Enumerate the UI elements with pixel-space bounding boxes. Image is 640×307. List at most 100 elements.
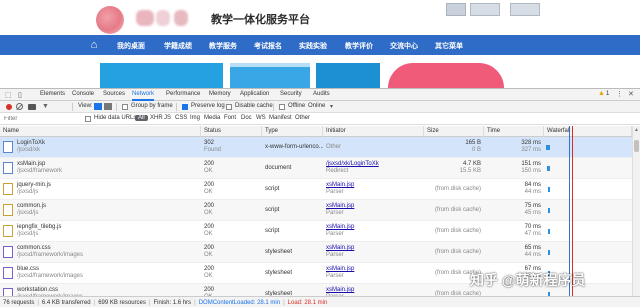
- filter-type-img[interactable]: Img: [190, 115, 200, 121]
- request-name-cell[interactable]: common.css/jsxsd/framework/images: [0, 242, 201, 263]
- initiator-cell[interactable]: xsMain.jspParser: [323, 221, 424, 242]
- filter-type-js[interactable]: JS: [164, 115, 171, 121]
- banner-tile[interactable]: [316, 63, 380, 88]
- filter-type-font[interactable]: Font: [224, 115, 236, 121]
- device-toolbar-icon[interactable]: ▯: [18, 91, 22, 99]
- tab-application[interactable]: Application: [240, 91, 269, 97]
- waterfall-bar[interactable]: [547, 166, 550, 171]
- filter-type-manifest[interactable]: Manifest: [269, 115, 292, 121]
- initiator-link[interactable]: xsMain.jsp: [326, 266, 424, 273]
- filter-icon[interactable]: ▼: [42, 103, 49, 110]
- nav-item-desktop[interactable]: 我的桌面: [117, 41, 145, 51]
- tab-audits[interactable]: Audits: [313, 91, 330, 97]
- initiator-cell[interactable]: xsMain.jspParser: [323, 263, 424, 284]
- column-header-name[interactable]: Name: [0, 126, 201, 137]
- throttling-select[interactable]: Online: [308, 103, 325, 109]
- initiator-link[interactable]: xsMain.jsp: [326, 224, 424, 231]
- tab-security[interactable]: Security: [280, 91, 302, 97]
- initiator-link[interactable]: xsMain.jsp: [326, 245, 424, 252]
- preserve-log-checkbox[interactable]: [182, 104, 188, 110]
- request-name-cell[interactable]: LoginToXk/jsxsd/xk: [0, 137, 201, 158]
- column-header-waterfall[interactable]: Waterfall: [544, 126, 632, 137]
- initiator-cell[interactable]: xsMain.jspParser: [323, 179, 424, 200]
- initiator-cell[interactable]: /jsxsd/xk/LoginToXk Redirect: [323, 158, 424, 179]
- waterfall-bar[interactable]: [546, 145, 550, 150]
- column-header-initiator[interactable]: Initiator: [323, 126, 424, 137]
- banner-tile[interactable]: [100, 63, 223, 88]
- filter-type-css[interactable]: CSS: [175, 115, 187, 121]
- filter-type-ws[interactable]: WS: [256, 115, 266, 121]
- initiator-cell[interactable]: xsMain.jspParser: [323, 200, 424, 221]
- close-icon[interactable]: ✕: [628, 90, 634, 98]
- request-name-cell[interactable]: jquery-min.js/jsxsd/js: [0, 179, 201, 200]
- request-name-cell[interactable]: iepngfix_tilebg.js/jsxsd/js: [0, 221, 201, 242]
- column-header-size[interactable]: Size: [424, 126, 484, 137]
- request-name-cell[interactable]: blue.css/jsxsd/framework/images: [0, 263, 201, 284]
- nav-item-exchange[interactable]: 交流中心: [390, 41, 418, 51]
- initiator-cell[interactable]: Other: [323, 137, 424, 158]
- nav-item-evaluation[interactable]: 教学评价: [345, 41, 373, 51]
- filter-type-media[interactable]: Media: [204, 115, 220, 121]
- nav-item-grades[interactable]: 学籍成绩: [164, 41, 192, 51]
- large-rows-icon[interactable]: [94, 103, 102, 110]
- initiator-link[interactable]: xsMain.jsp: [326, 203, 424, 210]
- tab-elements[interactable]: Elements: [40, 91, 65, 97]
- nav-item-other[interactable]: 其它菜单: [435, 41, 463, 51]
- filter-type-all[interactable]: All: [135, 115, 148, 121]
- column-header-time[interactable]: Time: [484, 126, 544, 137]
- home-icon[interactable]: ⌂: [86, 38, 102, 52]
- column-header-type[interactable]: Type: [262, 126, 323, 137]
- table-row[interactable]: iepngfix_tilebg.js/jsxsd/js 200 OK script xs…: [0, 221, 632, 242]
- clear-icon[interactable]: [16, 103, 23, 110]
- tab-performance[interactable]: Performance: [166, 91, 200, 97]
- nav-item-teaching[interactable]: 教学服务: [209, 41, 237, 51]
- nav-item-exam[interactable]: 考试报名: [254, 41, 282, 51]
- group-by-frame-checkbox[interactable]: [122, 104, 128, 110]
- waterfall-bar[interactable]: [548, 187, 550, 192]
- waterfall-bar[interactable]: [548, 208, 550, 213]
- tab-memory[interactable]: Memory: [209, 91, 231, 97]
- warning-icon[interactable]: ▲: [598, 90, 605, 97]
- request-name-cell[interactable]: common.js/jsxsd/js: [0, 200, 201, 221]
- scroll-up-icon[interactable]: ▲: [634, 127, 639, 133]
- banner-tile[interactable]: [388, 63, 504, 88]
- waterfall-bar[interactable]: [548, 229, 550, 234]
- initiator-link[interactable]: xsMain.jsp: [326, 182, 424, 189]
- offline-checkbox[interactable]: [279, 104, 285, 110]
- initiator-link[interactable]: xsMain.jsp: [326, 287, 424, 294]
- banner-tile[interactable]: [230, 63, 310, 88]
- inspect-icon[interactable]: ⬚: [5, 91, 12, 99]
- logout-area[interactable]: [510, 3, 540, 16]
- user-avatar[interactable]: [446, 3, 466, 16]
- more-options-icon[interactable]: ⋮: [616, 90, 623, 98]
- filter-input[interactable]: [2, 114, 78, 124]
- table-row[interactable]: common.js/jsxsd/js 200 OK script xsMain.jsp P…: [0, 200, 632, 221]
- initiator-link[interactable]: /jsxsd/xk/LoginToXk: [326, 161, 424, 168]
- tab-sources[interactable]: Sources: [103, 91, 125, 97]
- user-info[interactable]: [470, 3, 500, 16]
- tab-console[interactable]: Console: [72, 91, 94, 97]
- filter-type-xhr[interactable]: XHR: [150, 115, 163, 121]
- tab-network[interactable]: Network: [132, 89, 155, 101]
- record-icon[interactable]: [6, 104, 12, 110]
- request-name-cell[interactable]: xsMain.jsp/jsxsd/framework: [0, 158, 201, 179]
- scroll-thumb[interactable]: [634, 140, 639, 152]
- filter-type-doc[interactable]: Doc: [241, 115, 252, 121]
- initiator-detail: Parser: [326, 273, 344, 279]
- waterfall-bar[interactable]: [548, 250, 550, 255]
- chevron-down-icon[interactable]: ▾: [330, 103, 333, 110]
- column-header-status[interactable]: Status: [201, 126, 262, 137]
- table-row[interactable]: jquery-min.js/jsxsd/js 200 OK script xsMain.…: [0, 179, 632, 200]
- disable-cache-checkbox[interactable]: [226, 104, 232, 110]
- table-row[interactable]: LoginToXk/jsxsd/xk 302 Found x-www-form-url…: [0, 137, 632, 158]
- table-scrollbar[interactable]: ▲: [632, 126, 640, 296]
- filter-type-other[interactable]: Other: [295, 115, 310, 121]
- hide-data-urls-checkbox[interactable]: [85, 116, 91, 122]
- overview-icon[interactable]: [104, 103, 112, 110]
- time-cell: 328 ms 327 ms: [484, 137, 544, 158]
- capture-screenshots-icon[interactable]: [28, 104, 36, 110]
- table-row[interactable]: common.css/jsxsd/framework/images 200 OK st…: [0, 242, 632, 263]
- nav-item-practice[interactable]: 实践实验: [299, 41, 327, 51]
- initiator-cell[interactable]: xsMain.jspParser: [323, 242, 424, 263]
- table-row[interactable]: xsMain.jsp/jsxsd/framework 200 OK document /…: [0, 158, 632, 179]
